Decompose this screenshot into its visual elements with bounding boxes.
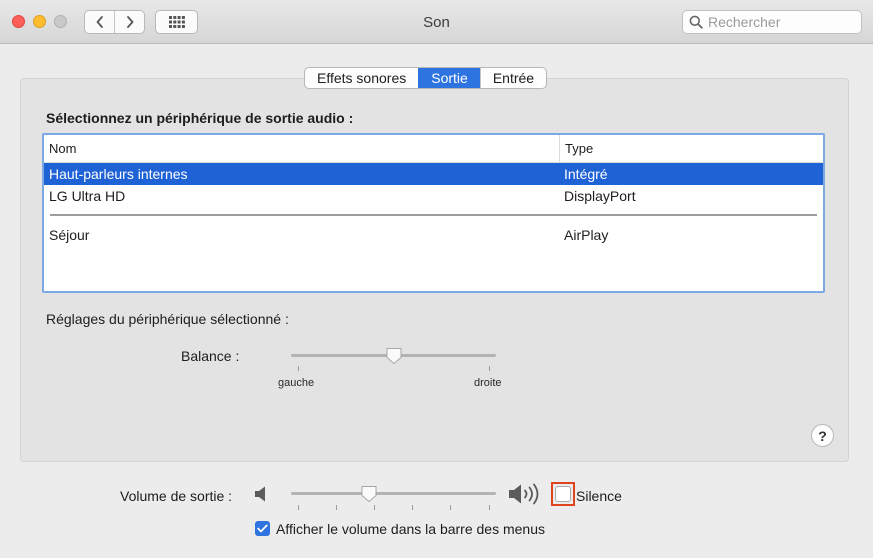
help-icon: ? xyxy=(818,427,827,444)
device-row-lg-ultra-hd[interactable]: LG Ultra HD DisplayPort xyxy=(44,185,823,207)
volume-slider-track[interactable] xyxy=(291,492,496,495)
volume-slider-thumb[interactable] xyxy=(360,485,378,503)
tab-output[interactable]: Sortie xyxy=(418,68,480,88)
show-volume-in-menubar-label[interactable]: Afficher le volume dans la barre des men… xyxy=(276,521,545,537)
device-type: DisplayPort xyxy=(564,188,636,204)
show-volume-in-menubar-checkbox[interactable] xyxy=(255,521,270,536)
mute-checkbox[interactable] xyxy=(555,486,571,502)
column-header-name[interactable]: Nom xyxy=(44,135,560,162)
balance-label: Balance : xyxy=(181,348,240,364)
table-header: Nom Type xyxy=(44,135,823,163)
device-settings-heading: Réglages du périphérique sélectionné : xyxy=(46,311,289,327)
speaker-high-icon xyxy=(509,483,539,505)
output-device-heading: Sélectionnez un périphérique de sortie a… xyxy=(46,110,354,126)
device-row-internal-speakers[interactable]: Haut-parleurs internes Intégré xyxy=(44,163,823,185)
volume-tick xyxy=(489,505,490,510)
balance-left-label: gauche xyxy=(278,377,315,389)
device-name: LG Ultra HD xyxy=(49,188,126,204)
search-input[interactable] xyxy=(708,14,848,30)
speaker-low-icon xyxy=(255,486,265,502)
output-volume-label: Volume de sortie : xyxy=(120,488,233,504)
volume-tick xyxy=(374,505,375,510)
magnifier-icon xyxy=(689,15,703,29)
volume-tick xyxy=(450,505,451,510)
search-field[interactable] xyxy=(682,10,862,34)
balance-tick-right xyxy=(489,366,490,371)
device-name: Séjour xyxy=(49,227,90,243)
volume-tick xyxy=(336,505,337,510)
device-list-divider xyxy=(44,207,823,224)
balance-tick-left xyxy=(298,366,299,371)
output-device-table[interactable]: Nom Type Haut-parleurs internes Intégré … xyxy=(42,133,825,293)
device-type: AirPlay xyxy=(564,227,609,243)
tab-input[interactable]: Entrée xyxy=(479,68,546,88)
tab-sound-effects[interactable]: Effets sonores xyxy=(305,68,418,88)
mute-label[interactable]: Silence xyxy=(576,488,622,504)
device-type: Intégré xyxy=(564,166,608,182)
tab-bar: Effets sonores Sortie Entrée xyxy=(304,67,548,89)
checkmark-icon xyxy=(257,524,268,533)
balance-slider-thumb[interactable] xyxy=(385,347,403,365)
balance-right-label: droite xyxy=(474,377,502,389)
help-button[interactable]: ? xyxy=(811,424,834,447)
volume-tick xyxy=(412,505,413,510)
volume-tick xyxy=(298,505,299,510)
device-name: Haut-parleurs internes xyxy=(49,166,188,182)
device-row-sejour[interactable]: Séjour AirPlay xyxy=(44,224,823,246)
column-header-type[interactable]: Type xyxy=(560,135,823,162)
title-bar: Son xyxy=(0,0,873,44)
